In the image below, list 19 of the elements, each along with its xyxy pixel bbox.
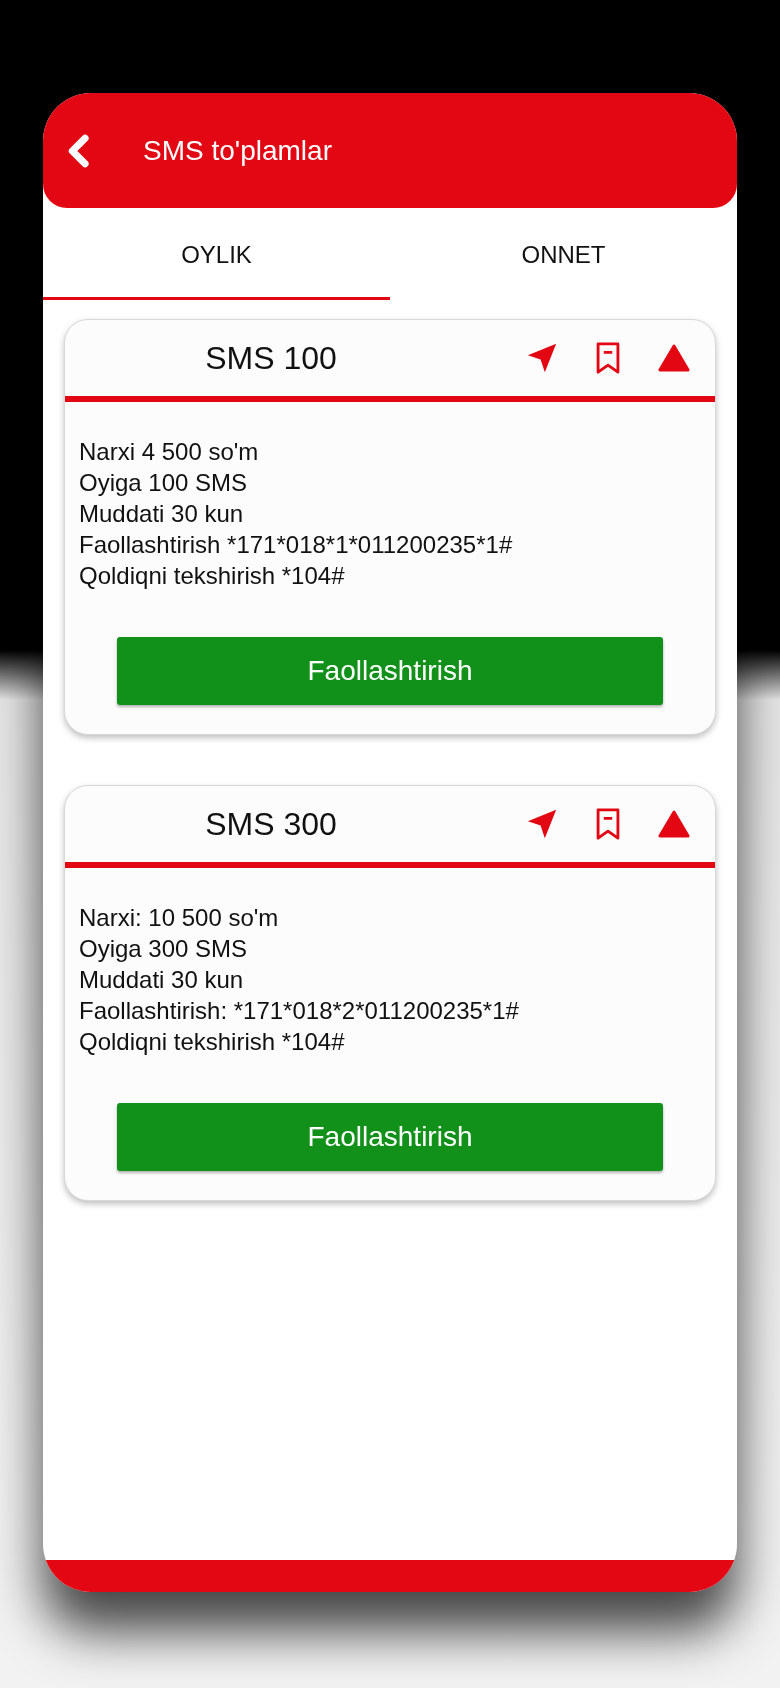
activate-button[interactable]: Faollashtirish bbox=[117, 1103, 663, 1171]
package-detail: Muddati 30 kun bbox=[79, 499, 245, 529]
triangle-icon[interactable] bbox=[657, 809, 691, 839]
package-detail: Muddati 30 kun bbox=[79, 965, 245, 995]
triangle-icon[interactable] bbox=[657, 343, 691, 373]
tab[interactable]: OYLIK bbox=[43, 208, 390, 300]
package-detail: Narxi 4 500 so'm bbox=[79, 437, 260, 467]
tab[interactable]: ONNET bbox=[390, 208, 737, 300]
package-detail: Faollashtirish: *171*018*2*011200235*1# bbox=[79, 996, 520, 1026]
package-detail: Faollashtirish *171*018*1*011200235*1# bbox=[79, 530, 514, 560]
card-title: SMS 300 bbox=[205, 805, 337, 844]
package-detail: Qoldiqni tekshirish *104# bbox=[79, 1027, 346, 1057]
activate-button[interactable]: Faollashtirish bbox=[117, 637, 663, 705]
card-title: SMS 100 bbox=[205, 339, 337, 378]
package-detail: Narxi: 10 500 so'm bbox=[79, 903, 280, 933]
package-detail: Oyiga 100 SMS bbox=[79, 468, 249, 498]
screen-title: SMS to'plamlar bbox=[143, 133, 332, 168]
package-detail: Oyiga 300 SMS bbox=[79, 934, 249, 964]
package-detail: Qoldiqni tekshirish *104# bbox=[79, 561, 346, 591]
